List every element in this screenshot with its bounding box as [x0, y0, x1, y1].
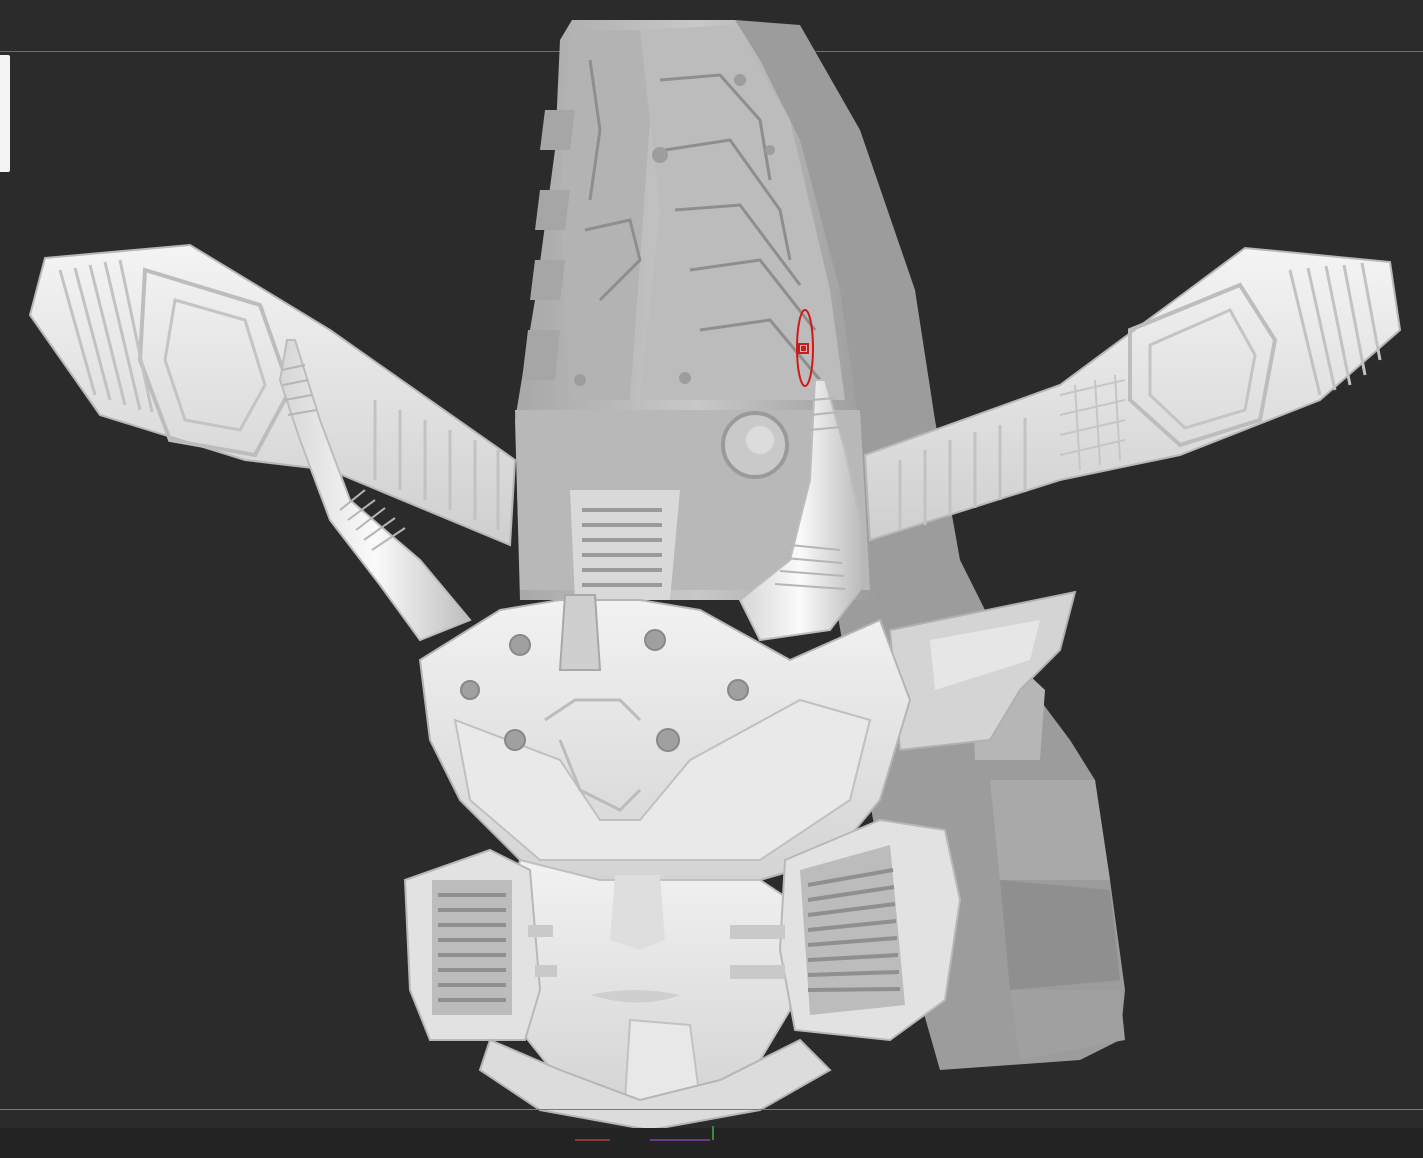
transpose-gizmo-icon[interactable]: [790, 308, 820, 390]
left-wing: [28, 243, 517, 547]
sculpt-viewport[interactable]: [0, 0, 1423, 1158]
mech-head-model[interactable]: [0, 0, 1423, 1158]
right-wing: [863, 246, 1402, 542]
viewport-bottom-border: [0, 1109, 1423, 1110]
axis-indicator-icon: [575, 1126, 714, 1141]
